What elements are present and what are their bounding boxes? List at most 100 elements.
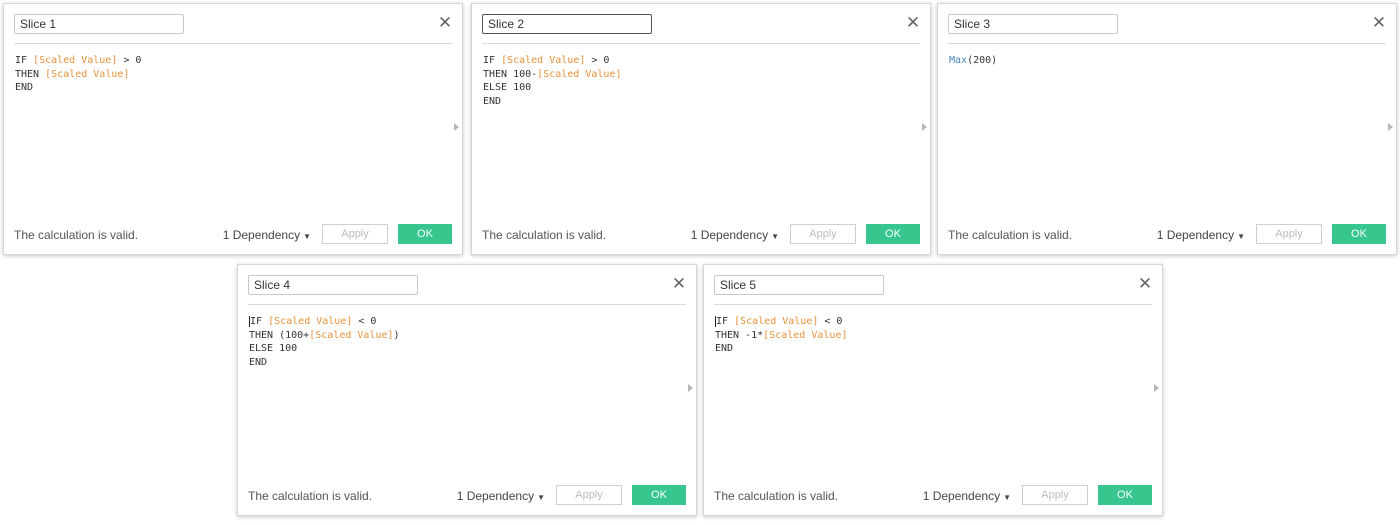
apply-button[interactable]: Apply bbox=[790, 224, 856, 244]
formula-editor[interactable]: IF [Scaled Value] > 0 THEN 100-[Scaled Va… bbox=[483, 54, 906, 204]
formula-text: END bbox=[483, 95, 502, 107]
ok-button[interactable]: OK bbox=[1332, 224, 1386, 244]
calculation-dialog: ✕ IF [Scaled Value] > 0THEN 100-[Scaled … bbox=[471, 3, 931, 255]
dependency-dropdown[interactable]: 1 Dependency ▼ bbox=[923, 489, 1011, 503]
formula-editor[interactable]: Max(200) bbox=[949, 54, 1372, 204]
ok-button[interactable]: OK bbox=[1098, 485, 1152, 505]
calculation-name-input[interactable] bbox=[248, 275, 418, 295]
calculation-name-input[interactable] bbox=[948, 14, 1118, 34]
formula-line: THEN (100+[Scaled Value]) bbox=[249, 329, 672, 343]
formula-text: > 0 bbox=[117, 55, 142, 66]
formula-text: I bbox=[249, 316, 257, 327]
formula-line: END bbox=[249, 356, 672, 370]
dependency-label: 1 Dependency bbox=[456, 489, 535, 503]
dependency-dropdown[interactable]: 1 Dependency ▼ bbox=[1157, 228, 1245, 242]
calculation-name-input[interactable] bbox=[714, 275, 884, 295]
calculation-dialog: ✕ Max(200) The calculation is valid. 1 D… bbox=[937, 3, 1397, 255]
formula-text: ELSE 100 bbox=[483, 82, 532, 94]
function-name: Max bbox=[949, 55, 968, 66]
field-reference: [Scaled Value] bbox=[537, 68, 622, 80]
formula-line: THEN -1*[Scaled Value] bbox=[715, 329, 1138, 343]
formula-line: THEN [Scaled Value] bbox=[15, 68, 438, 82]
triangle-right-icon[interactable] bbox=[688, 384, 693, 392]
field-reference: [Scaled Value] bbox=[33, 55, 118, 66]
dependency-dropdown[interactable]: 1 Dependency ▼ bbox=[223, 228, 311, 242]
formula-text: END bbox=[15, 82, 34, 94]
formula-text: < 0 bbox=[818, 316, 843, 327]
formula-editor[interactable]: IF [Scaled Value] > 0 THEN [Scaled Value]… bbox=[15, 54, 438, 204]
validation-status: The calculation is valid. bbox=[14, 228, 139, 242]
caret-down-icon: ▼ bbox=[771, 232, 779, 241]
formula-text: THEN 100- bbox=[483, 68, 538, 80]
ok-button[interactable]: OK bbox=[632, 485, 686, 505]
divider bbox=[248, 304, 686, 305]
apply-button[interactable]: Apply bbox=[1256, 224, 1322, 244]
formula-text: I bbox=[715, 316, 723, 327]
ok-button[interactable]: OK bbox=[398, 224, 452, 244]
validation-status: The calculation is valid. bbox=[714, 489, 839, 503]
divider bbox=[14, 43, 452, 44]
field-reference: [Scaled Value] bbox=[734, 316, 819, 327]
formula-line: ELSE 100 bbox=[483, 81, 906, 95]
formula-line: IF [Scaled Value] > 0 bbox=[483, 54, 906, 68]
apply-button[interactable]: Apply bbox=[556, 485, 622, 505]
ok-button[interactable]: OK bbox=[866, 224, 920, 244]
formula-text: ) bbox=[393, 329, 400, 341]
field-reference: [Scaled Value] bbox=[268, 316, 353, 327]
divider bbox=[482, 43, 920, 44]
close-icon[interactable]: ✕ bbox=[1136, 274, 1154, 294]
formula-text: IF bbox=[483, 55, 502, 66]
dependency-dropdown[interactable]: 1 Dependency ▼ bbox=[457, 489, 545, 503]
dependency-label: 1 Dependency bbox=[222, 228, 301, 242]
calculation-dialog: ✕ IF [Scaled Value] > 0THEN [Scaled Valu… bbox=[3, 3, 463, 255]
close-icon[interactable]: ✕ bbox=[436, 13, 454, 33]
apply-button[interactable]: Apply bbox=[322, 224, 388, 244]
dependency-label: 1 Dependency bbox=[690, 228, 769, 242]
caret-down-icon: ▼ bbox=[1237, 232, 1245, 241]
caret-down-icon: ▼ bbox=[1003, 493, 1011, 502]
field-reference: [Scaled Value] bbox=[309, 329, 394, 341]
formula-line: END bbox=[15, 81, 438, 95]
formula-text: ELSE 100 bbox=[249, 343, 298, 355]
close-icon[interactable]: ✕ bbox=[904, 13, 922, 33]
formula-text: THEN -1* bbox=[715, 329, 764, 341]
formula-text: < 0 bbox=[352, 316, 377, 327]
validation-status: The calculation is valid. bbox=[248, 489, 373, 503]
close-icon[interactable]: ✕ bbox=[670, 274, 688, 294]
formula-line: IF [Scaled Value] < 0 bbox=[715, 315, 1138, 329]
formula-line: IF [Scaled Value] < 0 bbox=[249, 315, 672, 329]
calculation-dialog: ✕ IF [Scaled Value] < 0THEN (100+[Scaled… bbox=[237, 264, 697, 516]
formula-line: THEN 100-[Scaled Value] bbox=[483, 68, 906, 82]
calculation-name-input[interactable] bbox=[482, 14, 652, 34]
dependency-label: 1 Dependency bbox=[1156, 228, 1235, 242]
formula-text: IF bbox=[15, 55, 34, 66]
formula-text: END bbox=[715, 343, 734, 355]
formula-text: F bbox=[256, 316, 269, 327]
caret-down-icon: ▼ bbox=[303, 232, 311, 241]
divider bbox=[714, 304, 1152, 305]
apply-button[interactable]: Apply bbox=[1022, 485, 1088, 505]
formula-line: END bbox=[483, 95, 906, 109]
triangle-right-icon[interactable] bbox=[922, 123, 927, 131]
triangle-right-icon[interactable] bbox=[1154, 384, 1159, 392]
divider bbox=[948, 43, 1386, 44]
dependency-dropdown[interactable]: 1 Dependency ▼ bbox=[691, 228, 779, 242]
triangle-right-icon[interactable] bbox=[454, 123, 459, 131]
formula-text: THEN (100+ bbox=[249, 329, 310, 341]
caret-down-icon: ▼ bbox=[537, 493, 545, 502]
field-reference: [Scaled Value] bbox=[763, 329, 848, 341]
field-reference: [Scaled Value] bbox=[501, 55, 586, 66]
calculation-name-input[interactable] bbox=[14, 14, 184, 34]
formula-line: END bbox=[715, 342, 1138, 356]
calculation-dialog: ✕ IF [Scaled Value] < 0THEN -1*[Scaled V… bbox=[703, 264, 1163, 516]
formula-line: IF [Scaled Value] > 0 bbox=[15, 54, 438, 68]
triangle-right-icon[interactable] bbox=[1388, 123, 1393, 131]
formula-editor[interactable]: IF [Scaled Value] < 0 THEN (100+[Scaled V… bbox=[249, 315, 672, 465]
validation-status: The calculation is valid. bbox=[948, 228, 1073, 242]
formula-editor[interactable]: IF [Scaled Value] < 0 THEN -1*[Scaled Val… bbox=[715, 315, 1138, 465]
close-icon[interactable]: ✕ bbox=[1370, 13, 1388, 33]
formula-text: THEN bbox=[15, 68, 46, 80]
formula-text: F bbox=[722, 316, 735, 327]
formula-line: ELSE 100 bbox=[249, 342, 672, 356]
validation-status: The calculation is valid. bbox=[482, 228, 607, 242]
